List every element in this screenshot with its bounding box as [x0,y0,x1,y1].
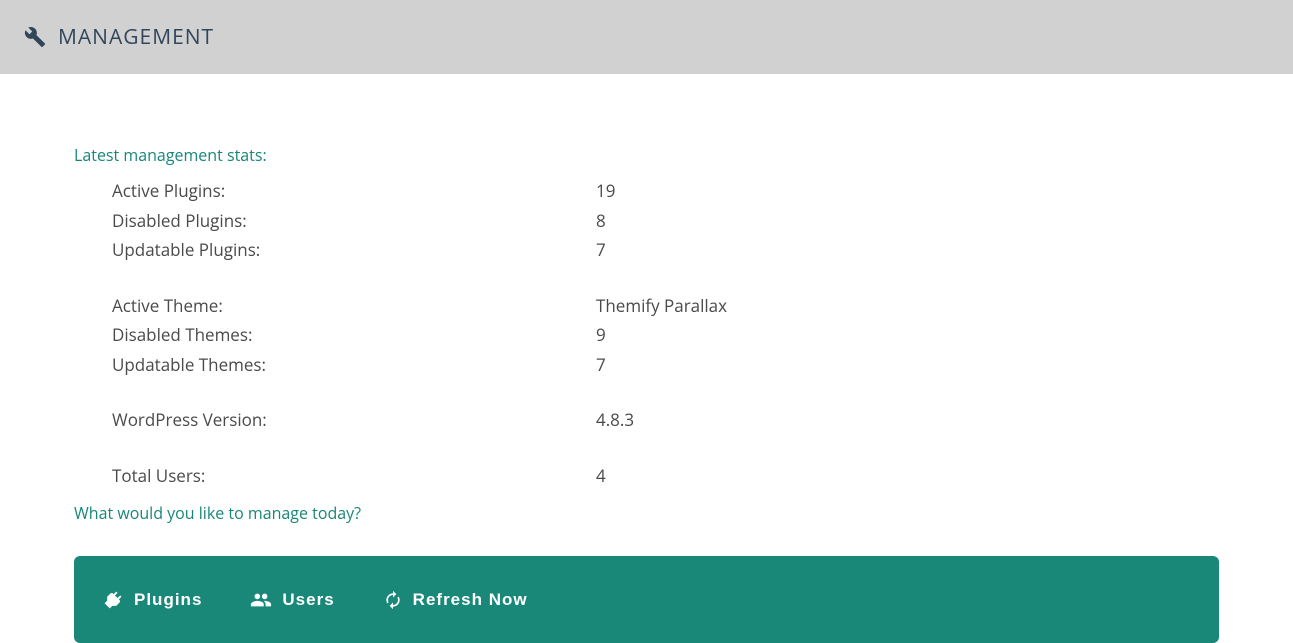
stat-row: Active Plugins: 19 [112,176,1219,206]
stat-label: WordPress Version: [112,408,596,431]
content-area: Latest management stats: Active Plugins:… [0,74,1293,643]
page-title: MANAGEMENT [58,23,214,51]
stat-label: Disabled Plugins: [112,209,596,232]
stat-row: Updatable Plugins: 7 [112,235,1219,265]
stat-label: Updatable Themes: [112,353,596,376]
stat-value: 7 [596,353,606,376]
plug-icon [102,589,124,611]
stats-table: Active Plugins: 19 Disabled Plugins: 8 U… [112,176,1219,490]
stat-row: WordPress Version: 4.8.3 [112,405,1219,435]
stat-label: Active Theme: [112,294,596,317]
stat-value: 7 [596,238,606,261]
plugins-button[interactable]: Plugins [102,589,202,611]
stat-row: Disabled Themes: 9 [112,320,1219,350]
refresh-icon [383,590,403,610]
stat-label: Total Users: [112,464,596,487]
stat-value: 4 [596,464,606,487]
users-button[interactable]: Users [250,589,334,611]
stat-label: Active Plugins: [112,179,596,202]
action-bar: Plugins Users Refresh Now [74,556,1219,643]
stat-row: Disabled Plugins: 8 [112,206,1219,236]
stat-value: Themify Parallax [596,294,727,317]
users-icon [250,589,272,611]
plugins-label: Plugins [134,590,202,610]
stat-row: Active Theme: Themify Parallax [112,291,1219,321]
stat-value: 8 [596,209,606,232]
refresh-label: Refresh Now [413,590,528,610]
wrench-icon [24,26,46,48]
refresh-button[interactable]: Refresh Now [383,590,528,610]
stat-value: 9 [596,323,606,346]
management-header: MANAGEMENT [0,0,1293,74]
stat-value: 4.8.3 [596,408,634,431]
stat-value: 19 [596,179,615,202]
stat-row: Updatable Themes: 7 [112,350,1219,380]
manage-prompt: What would you like to manage today? [74,502,1219,524]
stat-label: Disabled Themes: [112,323,596,346]
users-label: Users [282,590,334,610]
stat-label: Updatable Plugins: [112,238,596,261]
stat-row: Total Users: 4 [112,461,1219,491]
stats-heading: Latest management stats: [74,144,1219,166]
